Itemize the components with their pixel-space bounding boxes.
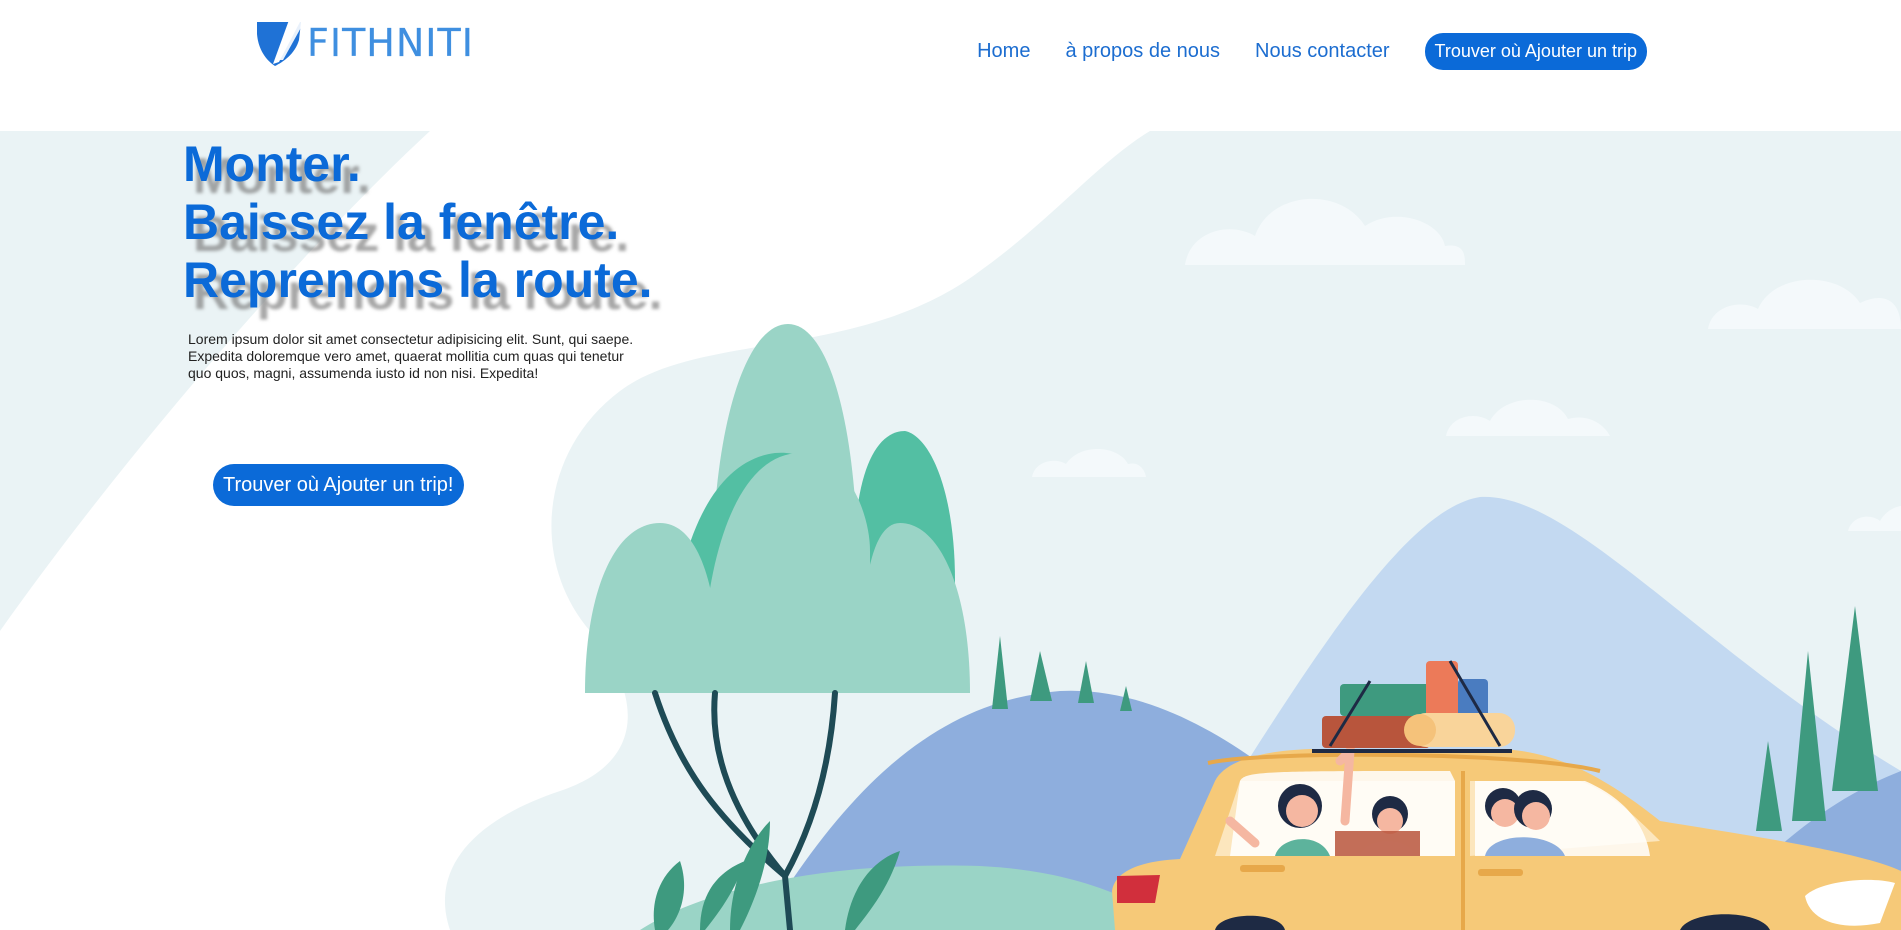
- brand-name: FITHNITI: [307, 21, 474, 65]
- hero-description: Lorem ipsum dolor sit amet consectetur a…: [188, 331, 634, 381]
- brand-logo[interactable]: FITHNITI: [255, 20, 474, 66]
- headline-line-1: Monter.: [183, 136, 361, 192]
- hero-trip-button[interactable]: Trouver où Ajouter un trip!: [213, 464, 464, 506]
- site-header: FITHNITI Home à propos de nous Nous cont…: [0, 0, 1901, 131]
- hero-headline: Monter. Baissez la fenêtre. Reprenons la…: [183, 135, 653, 309]
- nav-link-contact[interactable]: Nous contacter: [1255, 40, 1390, 63]
- headline-line-3: Reprenons la route.: [183, 252, 653, 308]
- headline-line-2: Baissez la fenêtre.: [183, 194, 620, 250]
- nav-link-about[interactable]: à propos de nous: [1065, 40, 1220, 63]
- nav-trip-button[interactable]: Trouver où Ajouter un trip: [1424, 33, 1647, 70]
- nav-link-home[interactable]: Home: [977, 40, 1030, 63]
- main-nav: Home à propos de nous Nous contacter Tro…: [942, 33, 1647, 70]
- shield-icon: [257, 20, 303, 66]
